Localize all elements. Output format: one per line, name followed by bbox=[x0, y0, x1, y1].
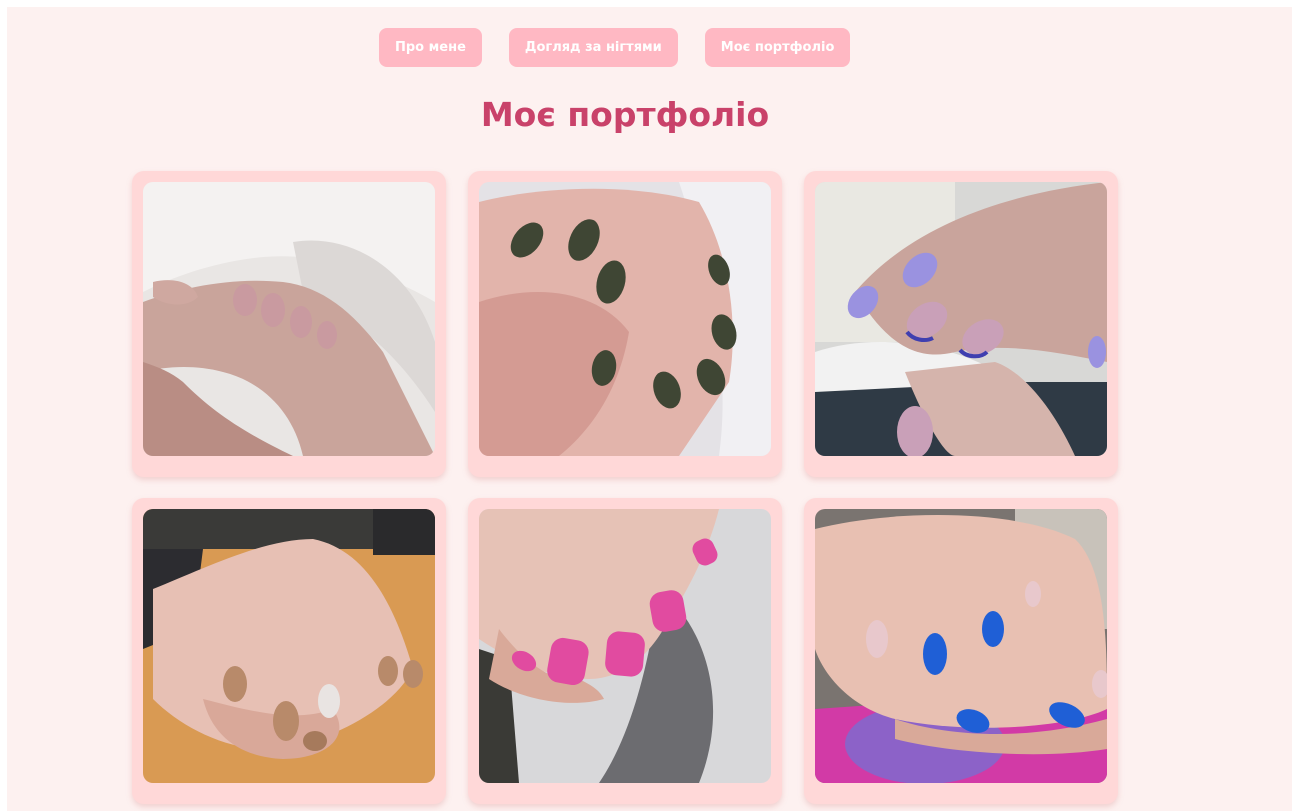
lavender-french-nails-photo bbox=[815, 182, 1107, 456]
main-nav: Про мене Догляд за нігтями Моє портфоліо bbox=[379, 28, 851, 67]
portfolio-card[interactable] bbox=[468, 498, 782, 804]
portfolio-card[interactable] bbox=[468, 171, 782, 477]
blue-nude-nails-photo bbox=[815, 509, 1107, 783]
portfolio-card[interactable] bbox=[132, 171, 446, 477]
page-title: Моє портфоліо bbox=[480, 95, 770, 134]
portfolio-card[interactable] bbox=[804, 171, 1118, 477]
nav-about-button[interactable]: Про мене bbox=[379, 28, 482, 67]
portfolio-card[interactable] bbox=[804, 498, 1118, 804]
nav-portfolio-button[interactable]: Моє портфоліо bbox=[704, 28, 851, 67]
glitter-bronze-nails-photo bbox=[143, 509, 435, 783]
nude-pink-nails-photo bbox=[143, 182, 435, 456]
nav-nail-care-button[interactable]: Догляд за нігтями bbox=[508, 28, 678, 67]
dark-olive-nails-photo bbox=[479, 182, 771, 456]
portfolio-card[interactable] bbox=[132, 498, 446, 804]
hot-pink-nails-photo bbox=[479, 509, 771, 783]
page: Про мене Догляд за нігтями Моє портфоліо… bbox=[7, 7, 1292, 811]
portfolio-grid bbox=[132, 171, 1118, 804]
